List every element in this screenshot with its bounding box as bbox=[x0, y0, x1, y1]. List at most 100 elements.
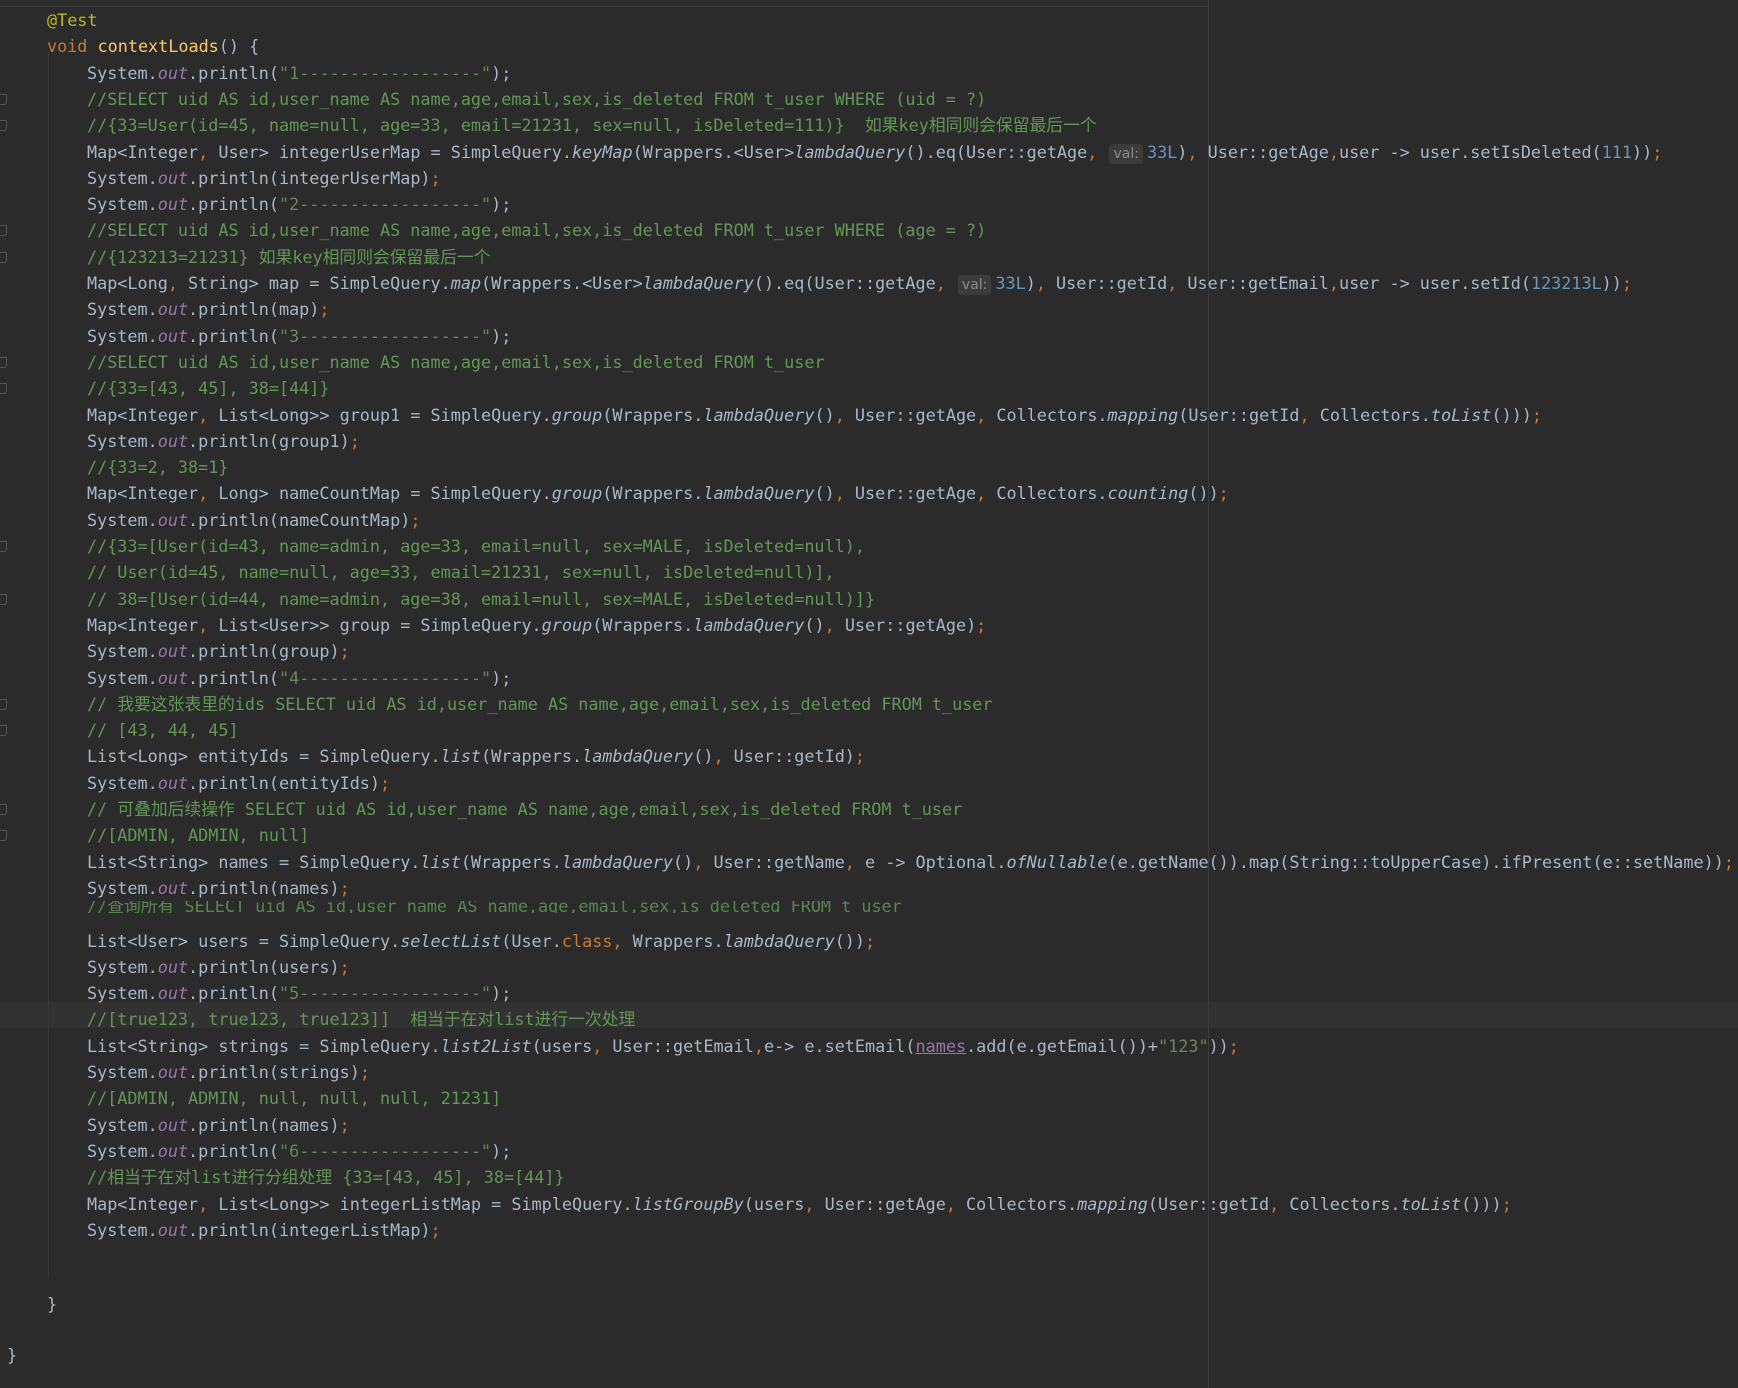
code-token: , bbox=[804, 1193, 825, 1214]
code-token: .println(group) bbox=[188, 641, 340, 662]
code-line[interactable]: //[ADMIN, ADMIN, null, null, null, 21231… bbox=[87, 1085, 501, 1111]
code-line[interactable]: System.out.println(map); bbox=[87, 296, 330, 322]
code-token: .println( bbox=[188, 983, 279, 1004]
code-token: ; bbox=[359, 1062, 370, 1082]
fold-marker-icon[interactable] bbox=[0, 383, 7, 395]
code-token: System. bbox=[87, 1219, 158, 1240]
code-line[interactable]: } bbox=[7, 1342, 17, 1368]
code-line[interactable]: Map<Integer, List<Long>> integerListMap … bbox=[87, 1191, 1512, 1217]
code-line[interactable]: System.out.println(strings); bbox=[87, 1059, 370, 1085]
code-token: ; bbox=[976, 614, 987, 635]
code-line[interactable]: System.out.println("3------------------"… bbox=[87, 323, 511, 349]
code-line[interactable]: //SELECT uid AS id,user_name AS name,age… bbox=[87, 86, 986, 112]
code-token: List<User>> group = SimpleQuery. bbox=[218, 614, 542, 635]
code-line[interactable]: List<String> names = SimpleQuery.list(Wr… bbox=[87, 849, 1734, 875]
code-token: out bbox=[157, 1062, 189, 1082]
code-token: e-> e.setEmail( bbox=[763, 1035, 916, 1056]
code-token: System. bbox=[87, 641, 158, 662]
code-line[interactable]: // [43, 44, 45] bbox=[87, 717, 239, 743]
code-line[interactable]: System.out.println(integerListMap); bbox=[87, 1217, 441, 1243]
parameter-hint: val: bbox=[1109, 143, 1143, 164]
code-token: ); bbox=[491, 325, 512, 346]
code-token: out bbox=[157, 1140, 189, 1161]
code-line[interactable]: void contextLoads() { bbox=[47, 33, 259, 59]
code-line[interactable]: System.out.println("4------------------"… bbox=[87, 665, 511, 691]
code-token: (Wrappers. bbox=[592, 614, 694, 635]
code-token: group bbox=[551, 483, 603, 504]
fold-marker-icon[interactable] bbox=[0, 698, 7, 710]
code-line[interactable]: //SELECT uid AS id,user_name AS name,age… bbox=[87, 349, 825, 375]
code-token: System. bbox=[87, 772, 158, 793]
fold-marker-icon[interactable] bbox=[0, 120, 7, 132]
code-token: , bbox=[1187, 141, 1208, 162]
code-line[interactable]: //相当于在对list进行分组处理 {33=[43, 45], 38=[44]} bbox=[87, 1164, 565, 1190]
code-line[interactable]: System.out.println(names); bbox=[87, 875, 350, 901]
fold-marker-icon[interactable] bbox=[0, 356, 7, 368]
fold-marker-icon[interactable] bbox=[0, 830, 7, 842]
code-token: out bbox=[157, 877, 189, 898]
code-line[interactable]: Map<Long, String> map = SimpleQuery.map(… bbox=[87, 270, 1632, 296]
code-line[interactable]: //{33=User(id=45, name=null, age=33, ema… bbox=[87, 112, 1097, 138]
code-token: out bbox=[157, 956, 189, 977]
code-line[interactable]: System.out.println(names); bbox=[87, 1112, 350, 1138]
code-line[interactable]: System.out.println("1------------------"… bbox=[87, 60, 511, 86]
code-line[interactable]: //[true123, true123, true123]] 相当于在对list… bbox=[87, 1006, 635, 1032]
code-line[interactable]: //{33=2, 38=1} bbox=[87, 454, 228, 480]
code-token: .println(users) bbox=[188, 956, 340, 977]
code-line[interactable]: // 我要这张表里的ids SELECT uid AS id,user_name… bbox=[87, 691, 993, 717]
code-token: ); bbox=[491, 62, 512, 83]
code-token: "2------------------" bbox=[278, 194, 492, 215]
code-line[interactable]: } bbox=[47, 1291, 57, 1317]
code-line[interactable]: List<Long> entityIds = SimpleQuery.list(… bbox=[87, 743, 865, 769]
code-line[interactable]: // User(id=45, name=null, age=33, email=… bbox=[87, 559, 835, 585]
code-token: ().eq(User::getAge bbox=[905, 141, 1088, 162]
code-line[interactable]: // 可叠加后续操作 SELECT uid AS id,user_name AS… bbox=[87, 796, 962, 822]
code-line[interactable]: System.out.println("5------------------"… bbox=[87, 980, 511, 1006]
fold-marker-icon[interactable] bbox=[0, 225, 7, 237]
code-token: 33L bbox=[1146, 141, 1178, 162]
code-token: (User. bbox=[501, 930, 562, 951]
code-line[interactable]: List<User> users = SimpleQuery.selectLis… bbox=[87, 928, 875, 954]
code-token: ; bbox=[1652, 141, 1663, 162]
code-line[interactable]: System.out.println("6------------------"… bbox=[87, 1138, 511, 1164]
code-line[interactable]: List<String> strings = SimpleQuery.list2… bbox=[87, 1033, 1239, 1059]
code-token: ()) bbox=[1188, 483, 1219, 504]
code-line[interactable]: //查询所有 SELECT uid AS id,user_name AS nam… bbox=[87, 901, 902, 927]
fold-marker-icon[interactable] bbox=[0, 251, 7, 263]
code-line[interactable]: System.out.println(group); bbox=[87, 638, 350, 664]
code-line[interactable]: Map<Integer, Long> nameCountMap = Simple… bbox=[87, 480, 1229, 506]
code-token: ; bbox=[339, 1114, 350, 1135]
code-line[interactable]: Map<Integer, List<User>> group = SimpleQ… bbox=[87, 612, 986, 638]
code-line[interactable]: //{33=[43, 45], 38=[44]} bbox=[87, 375, 329, 401]
code-line[interactable]: //[ADMIN, ADMIN, null] bbox=[87, 822, 309, 848]
code-line[interactable]: //SELECT uid AS id,user_name AS name,age… bbox=[87, 217, 986, 243]
code-line[interactable]: System.out.println(group1); bbox=[87, 428, 360, 454]
code-line[interactable]: @Test bbox=[47, 7, 98, 33]
code-line[interactable]: System.out.println("2------------------"… bbox=[87, 191, 511, 217]
code-token: , bbox=[1328, 273, 1339, 293]
code-token: "4------------------" bbox=[278, 667, 492, 688]
fold-marker-icon[interactable] bbox=[0, 725, 7, 737]
code-editor[interactable]: @Test void contextLoads() {System.out.pri… bbox=[0, 0, 1738, 1388]
fold-marker-icon[interactable] bbox=[0, 93, 7, 105]
code-token: //SELECT uid AS id,user_name AS name,age… bbox=[87, 220, 987, 241]
code-token: Collectors. bbox=[966, 1193, 1078, 1214]
code-token: //[ADMIN, ADMIN, null, null, null, 21231… bbox=[87, 1088, 502, 1109]
code-line[interactable]: //{123213=21231} 如果key相同则会保留最后一个 bbox=[87, 244, 490, 270]
fold-marker-icon[interactable] bbox=[0, 541, 7, 552]
fold-marker-icon[interactable] bbox=[0, 804, 7, 815]
code-line[interactable]: Map<Integer, User> integerUserMap = Simp… bbox=[87, 139, 1662, 165]
code-line[interactable]: System.out.println(users); bbox=[87, 954, 350, 980]
code-line[interactable]: System.out.println(entityIds); bbox=[87, 770, 390, 796]
code-token: counting bbox=[1107, 483, 1189, 504]
code-token: List<Long>> group1 = SimpleQuery. bbox=[218, 404, 552, 425]
code-token: .println( bbox=[188, 325, 279, 346]
code-token: //{33=[User(id=43, name=admin, age=33, e… bbox=[87, 536, 865, 556]
code-line[interactable]: Map<Integer, List<Long>> group1 = Simple… bbox=[87, 402, 1542, 428]
code-token: ); bbox=[491, 667, 512, 688]
code-line[interactable]: System.out.println(nameCountMap); bbox=[87, 507, 420, 533]
code-line[interactable]: // 38=[User(id=44, name=admin, age=38, e… bbox=[87, 586, 875, 612]
code-line[interactable]: System.out.println(integerUserMap); bbox=[87, 165, 441, 191]
code-line[interactable]: //{33=[User(id=43, name=admin, age=33, e… bbox=[87, 533, 865, 559]
fold-marker-icon[interactable] bbox=[0, 593, 7, 605]
